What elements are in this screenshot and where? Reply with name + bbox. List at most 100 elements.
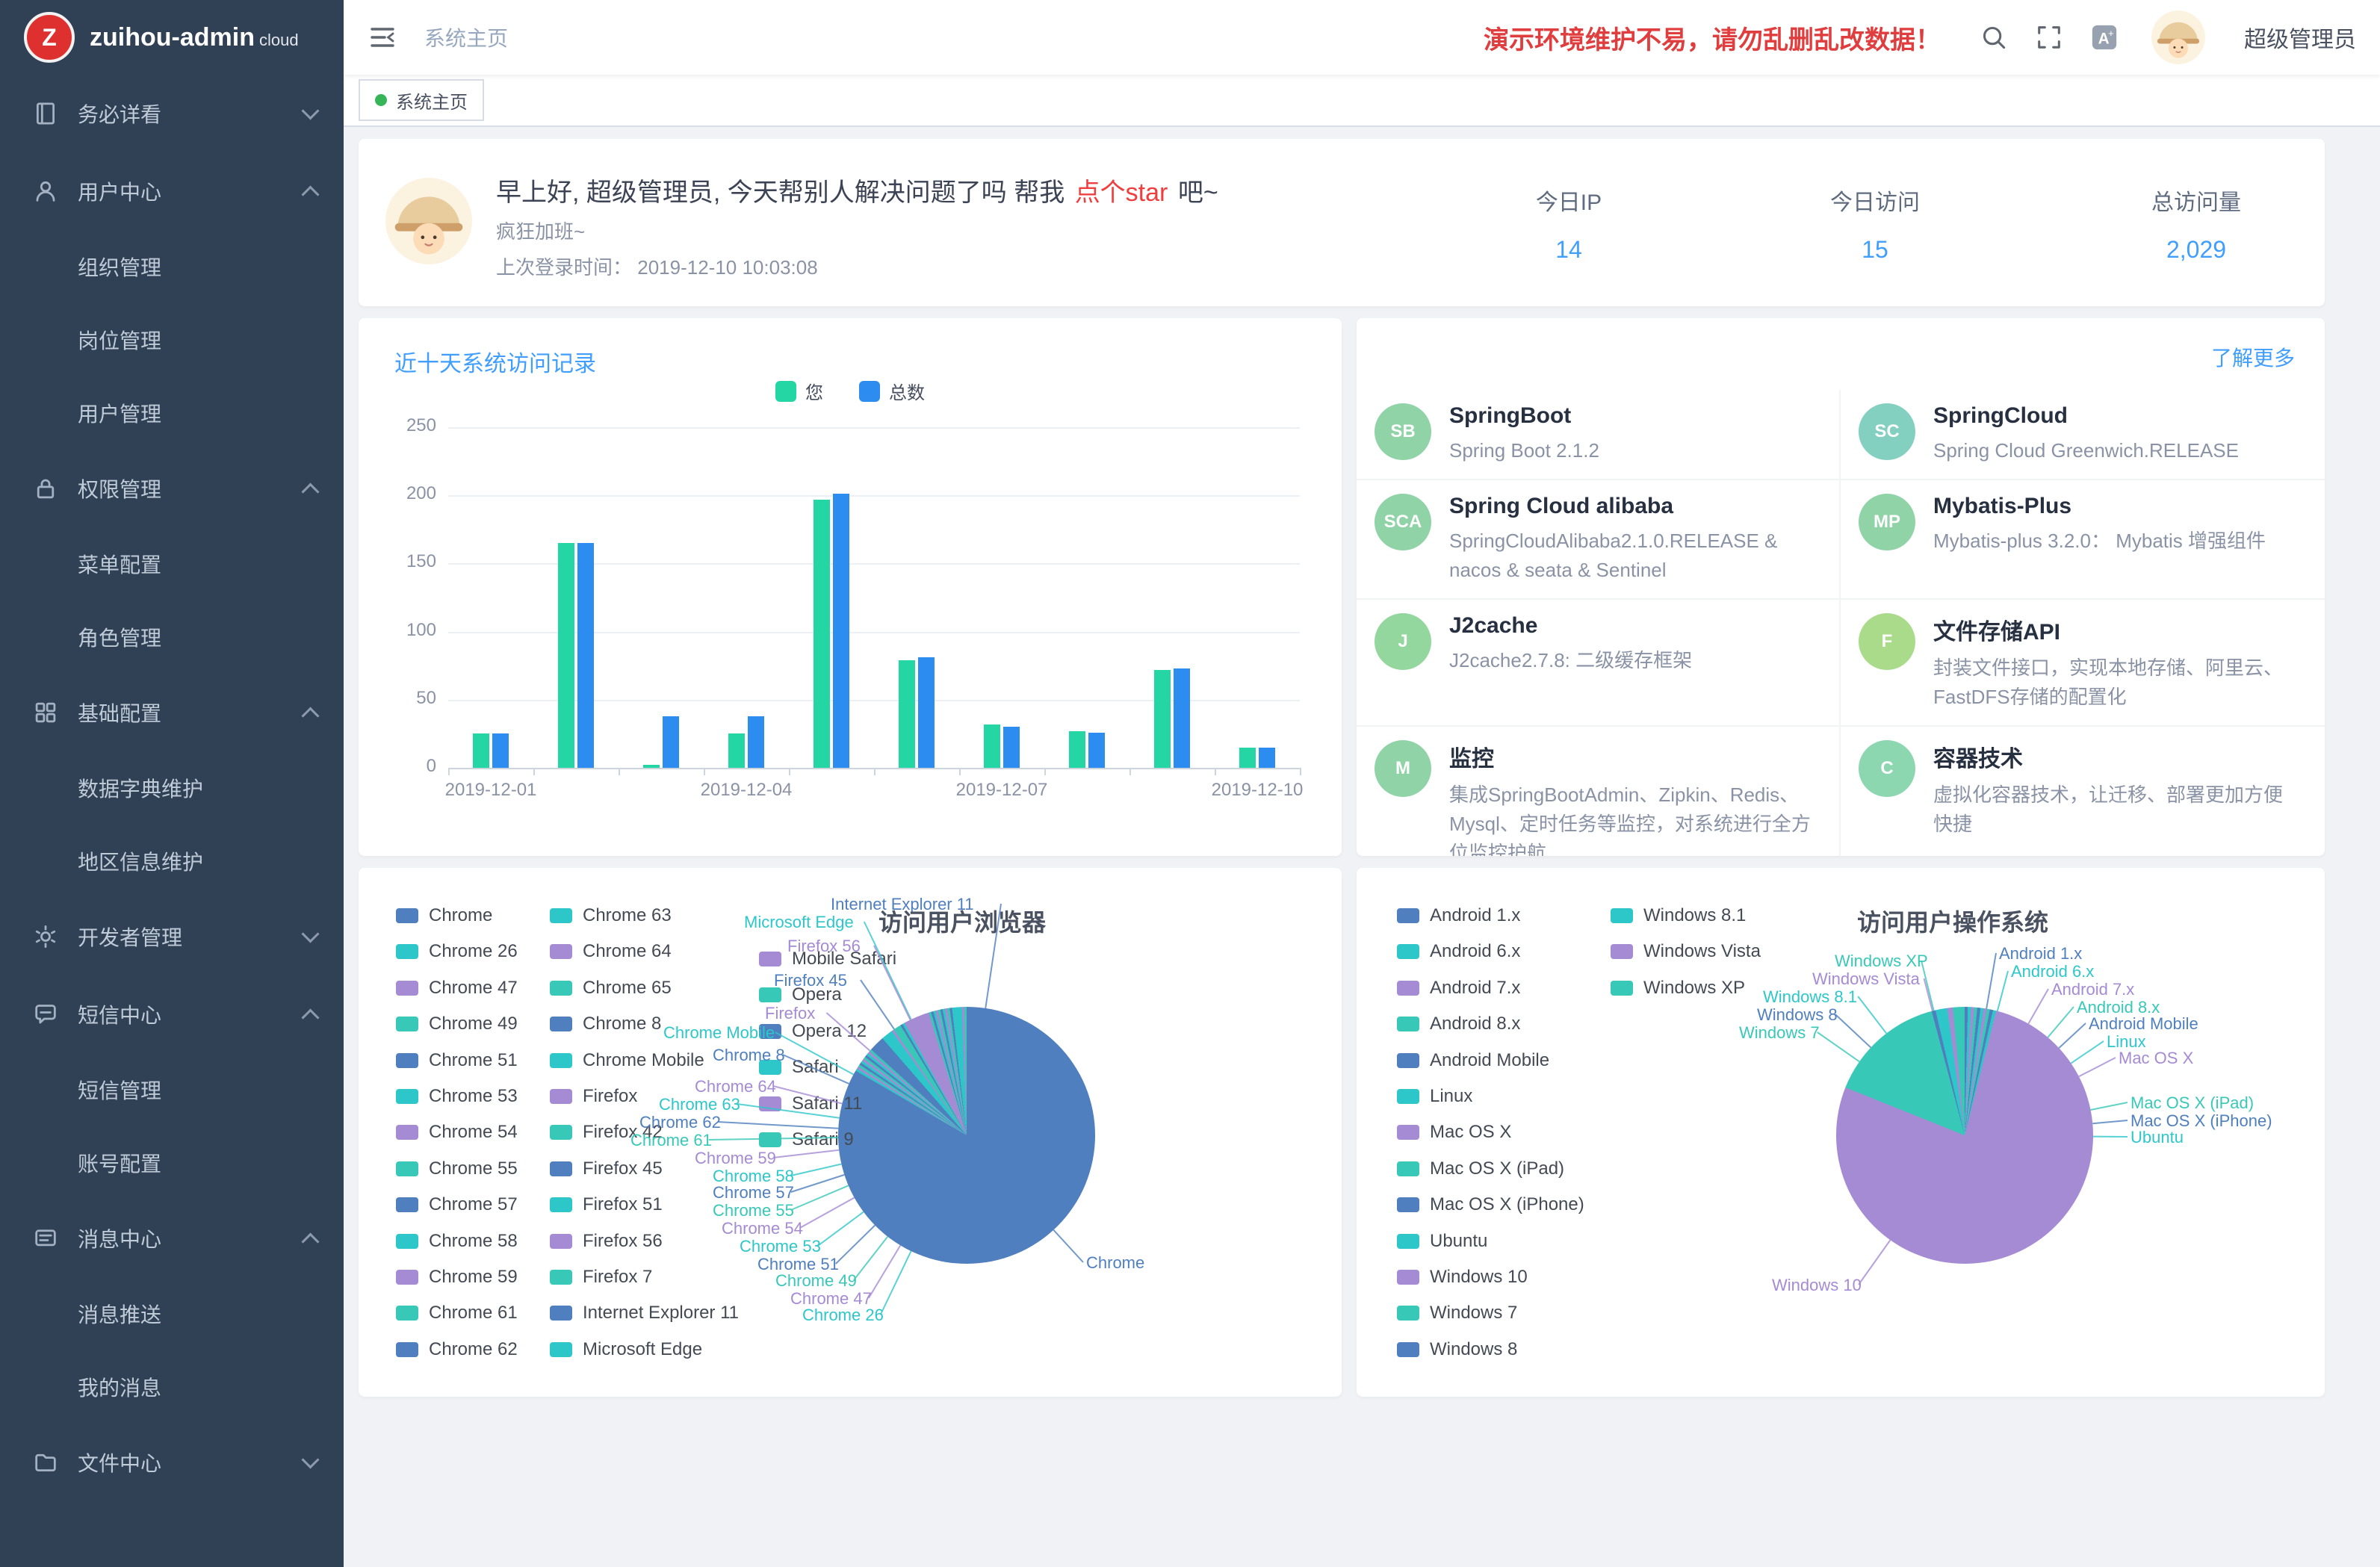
demo-warning-text: 演示环境维护不易，请勿乱删乱改数据！ xyxy=(1484,19,1941,56)
sidebar-subitem[interactable]: 账号配置 xyxy=(0,1126,344,1200)
legend-item[interactable]: Linux xyxy=(1397,1086,1472,1107)
legend-item[interactable]: Firefox 51 xyxy=(550,1194,663,1215)
sidebar-item-0[interactable]: 务必详看 xyxy=(0,75,344,152)
legend-swatch xyxy=(1611,981,1633,996)
sidebar-subitem[interactable]: 数据字典维护 xyxy=(0,751,344,825)
legend-item[interactable]: Firefox 56 xyxy=(550,1231,663,1252)
legend-item[interactable]: Chrome 53 xyxy=(396,1086,518,1107)
star-link[interactable]: 点个star xyxy=(1075,179,1168,207)
legend-item[interactable]: Android 7.x xyxy=(1397,978,1520,999)
legend-item[interactable]: Chrome 57 xyxy=(396,1194,518,1215)
legend-item[interactable]: Windows 7 xyxy=(1397,1303,1517,1324)
legend-item[interactable]: Windows Vista xyxy=(1611,941,1761,962)
sidebar-subitem[interactable]: 用户管理 xyxy=(0,376,344,450)
legend-item[interactable]: Chrome 26 xyxy=(396,941,518,962)
legend-item[interactable]: Opera 12 xyxy=(759,1021,867,1042)
legend-item[interactable]: Chrome 47 xyxy=(396,978,518,999)
legend-item[interactable]: Windows XP xyxy=(1611,978,1745,999)
sidebar-subitem[interactable]: 组织管理 xyxy=(0,230,344,303)
legend-swatch xyxy=(1397,1342,1419,1357)
tech-item[interactable]: SCASpring Cloud alibabaSpringCloudAlibab… xyxy=(1357,479,1841,598)
sidebar-subitem[interactable]: 消息推送 xyxy=(0,1277,344,1350)
legend-item[interactable]: Microsoft Edge xyxy=(550,1339,702,1360)
fullscreen-icon[interactable] xyxy=(2035,23,2063,52)
sidebar-subitem[interactable]: 地区信息维护 xyxy=(0,825,344,898)
legend-item[interactable]: Chrome 61 xyxy=(396,1303,518,1324)
sidebar-item-3[interactable]: 基础配置 xyxy=(0,674,344,751)
legend-label: Firefox xyxy=(583,1086,637,1107)
legend-item[interactable]: Windows 10 xyxy=(1397,1267,1528,1288)
legend-item[interactable]: 您 xyxy=(775,378,823,404)
legend-item[interactable]: Firefox xyxy=(550,1086,637,1107)
tech-title: Mybatis-Plus xyxy=(1933,494,2266,519)
legend-item[interactable]: Chrome 62 xyxy=(396,1339,518,1360)
font-size-icon[interactable]: A+ xyxy=(2090,23,2119,52)
tech-item[interactable]: SBSpringBootSpring Boot 2.1.2 xyxy=(1357,390,1841,479)
tech-item[interactable]: C容器技术虚拟化容器技术，让迁移、部署更加方便快捷 xyxy=(1841,725,2325,856)
legend-item[interactable]: Chrome xyxy=(396,905,492,926)
user-avatar[interactable] xyxy=(2151,10,2205,64)
tech-item[interactable]: JJ2cacheJ2cache2.7.8: 二级缓存框架 xyxy=(1357,598,1841,725)
legend-item[interactable]: Windows 8 xyxy=(1397,1339,1517,1360)
legend-item[interactable]: Mac OS X (iPad) xyxy=(1397,1158,1564,1179)
tech-body: 监控集成SpringBootAdmin、Zipkin、Redis、Mysql、定… xyxy=(1449,740,1815,856)
sidebar-item-6[interactable]: 消息中心 xyxy=(0,1200,344,1277)
username[interactable]: 超级管理员 xyxy=(2244,21,2356,54)
tech-item[interactable]: M监控集成SpringBootAdmin、Zipkin、Redis、Mysql、… xyxy=(1357,725,1841,856)
browser-pie-title: 访问用户浏览器 xyxy=(583,904,1342,938)
bar-segment xyxy=(728,733,745,768)
breadcrumb[interactable]: 系统主页 xyxy=(424,22,508,52)
tech-item[interactable]: SCSpringCloudSpring Cloud Greenwich.RELE… xyxy=(1841,390,2325,479)
legend-item[interactable]: Ubuntu xyxy=(1397,1231,1487,1252)
legend-item[interactable]: Safari 9 xyxy=(759,1129,854,1150)
legend-item[interactable]: Internet Explorer 11 xyxy=(550,1303,739,1324)
legend-item[interactable]: Chrome 8 xyxy=(550,1014,661,1034)
sidebar-item-label: 开发者管理 xyxy=(78,922,304,952)
stat-value: 14 xyxy=(1449,236,1688,264)
legend-label: Chrome 51 xyxy=(429,1050,518,1071)
legend-item[interactable]: Chrome 65 xyxy=(550,978,672,999)
tech-item[interactable]: MPMybatis-PlusMybatis-plus 3.2.0： Mybati… xyxy=(1841,479,2325,598)
pie-callout-label: Chrome 62 xyxy=(639,1113,721,1132)
sidebar-item-1[interactable]: 用户中心 xyxy=(0,152,344,230)
legend-item[interactable]: Android 6.x xyxy=(1397,941,1520,962)
x-axis-tick xyxy=(619,768,620,775)
sidebar-subitem[interactable]: 岗位管理 xyxy=(0,303,344,376)
x-axis-tick xyxy=(1044,768,1046,775)
legend-item[interactable]: Android 8.x xyxy=(1397,1014,1520,1034)
tab-system-home[interactable]: 系统主页 xyxy=(359,79,484,121)
legend-item[interactable]: Firefox 45 xyxy=(550,1158,663,1179)
legend-item[interactable]: Mac OS X (iPhone) xyxy=(1397,1194,1584,1215)
tech-desc: Mybatis-plus 3.2.0： Mybatis 增强组件 xyxy=(1933,527,2266,556)
legend-item[interactable]: Chrome Mobile xyxy=(550,1050,704,1071)
legend-item[interactable]: Android 1.x xyxy=(1397,905,1520,926)
legend-item[interactable]: 总数 xyxy=(859,378,925,404)
learn-more-link[interactable]: 了解更多 xyxy=(2211,342,2295,372)
sidebar-subitem[interactable]: 我的消息 xyxy=(0,1350,344,1424)
sidebar-item-5[interactable]: 短信中心 xyxy=(0,975,344,1053)
legend-item[interactable]: Chrome 49 xyxy=(396,1014,518,1034)
tech-item[interactable]: F文件存储API封装文件接口，实现本地存储、阿里云、FastDFS存储的配置化 xyxy=(1841,598,2325,725)
sidebar-item-2[interactable]: 权限管理 xyxy=(0,450,344,527)
legend-label: Chrome 49 xyxy=(429,1014,518,1034)
legend-label: Opera 12 xyxy=(792,1021,867,1042)
gridline xyxy=(448,700,1300,701)
legend-item[interactable]: Chrome 54 xyxy=(396,1122,518,1143)
sidebar-item-7[interactable]: 文件中心 xyxy=(0,1424,344,1501)
legend-item[interactable]: Chrome 64 xyxy=(550,941,672,962)
legend-label: Chrome 61 xyxy=(429,1303,518,1324)
legend-item[interactable]: Chrome 55 xyxy=(396,1158,518,1179)
legend-item[interactable]: Chrome 58 xyxy=(396,1231,518,1252)
legend-item[interactable]: Firefox 7 xyxy=(550,1267,652,1288)
legend-item[interactable]: Chrome 59 xyxy=(396,1267,518,1288)
sidebar-collapse-icon[interactable] xyxy=(368,22,397,52)
legend-item[interactable]: Mac OS X xyxy=(1397,1122,1511,1143)
legend-item[interactable]: Chrome 51 xyxy=(396,1050,518,1071)
sidebar-subitem[interactable]: 短信管理 xyxy=(0,1053,344,1126)
sidebar-item-4[interactable]: 开发者管理 xyxy=(0,898,344,975)
legend-item[interactable]: Android Mobile xyxy=(1397,1050,1549,1071)
logo[interactable]: Z zuihou-admincloud xyxy=(0,0,344,75)
sidebar-subitem[interactable]: 菜单配置 xyxy=(0,527,344,601)
search-icon[interactable] xyxy=(1980,23,2008,52)
sidebar-subitem[interactable]: 角色管理 xyxy=(0,601,344,674)
